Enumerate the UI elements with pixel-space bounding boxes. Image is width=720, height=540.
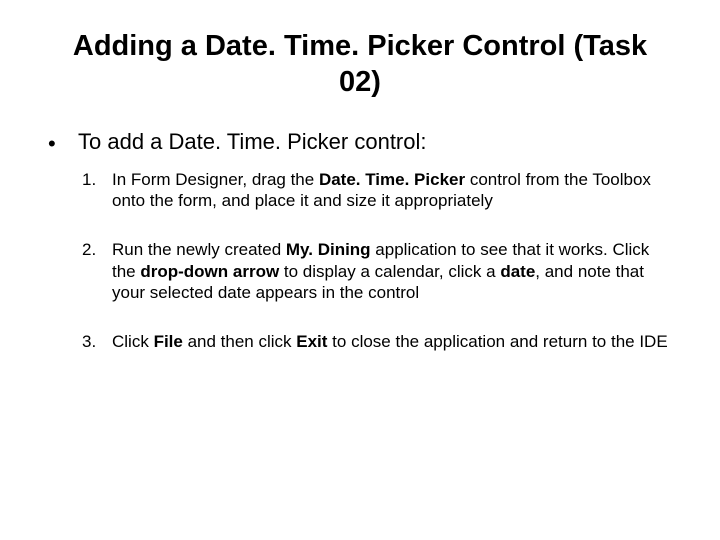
slide-title: Adding a Date. Time. Picker Control (Tas… <box>72 28 648 101</box>
step-item: Run the newly created My. Dining applica… <box>78 239 672 303</box>
bullet-marker: • <box>48 129 78 155</box>
step-text: Click File and then click Exit to close … <box>112 332 668 351</box>
intro-text: To add a Date. Time. Picker control: <box>78 129 672 155</box>
step-text: In Form Designer, drag the Date. Time. P… <box>112 170 651 210</box>
step-item: Click File and then click Exit to close … <box>78 331 672 352</box>
content-area: • To add a Date. Time. Picker control: I… <box>48 129 672 381</box>
step-text: Run the newly created My. Dining applica… <box>112 240 649 302</box>
content-body: To add a Date. Time. Picker control: In … <box>78 129 672 381</box>
step-item: In Form Designer, drag the Date. Time. P… <box>78 169 672 212</box>
steps-list: In Form Designer, drag the Date. Time. P… <box>78 169 672 353</box>
